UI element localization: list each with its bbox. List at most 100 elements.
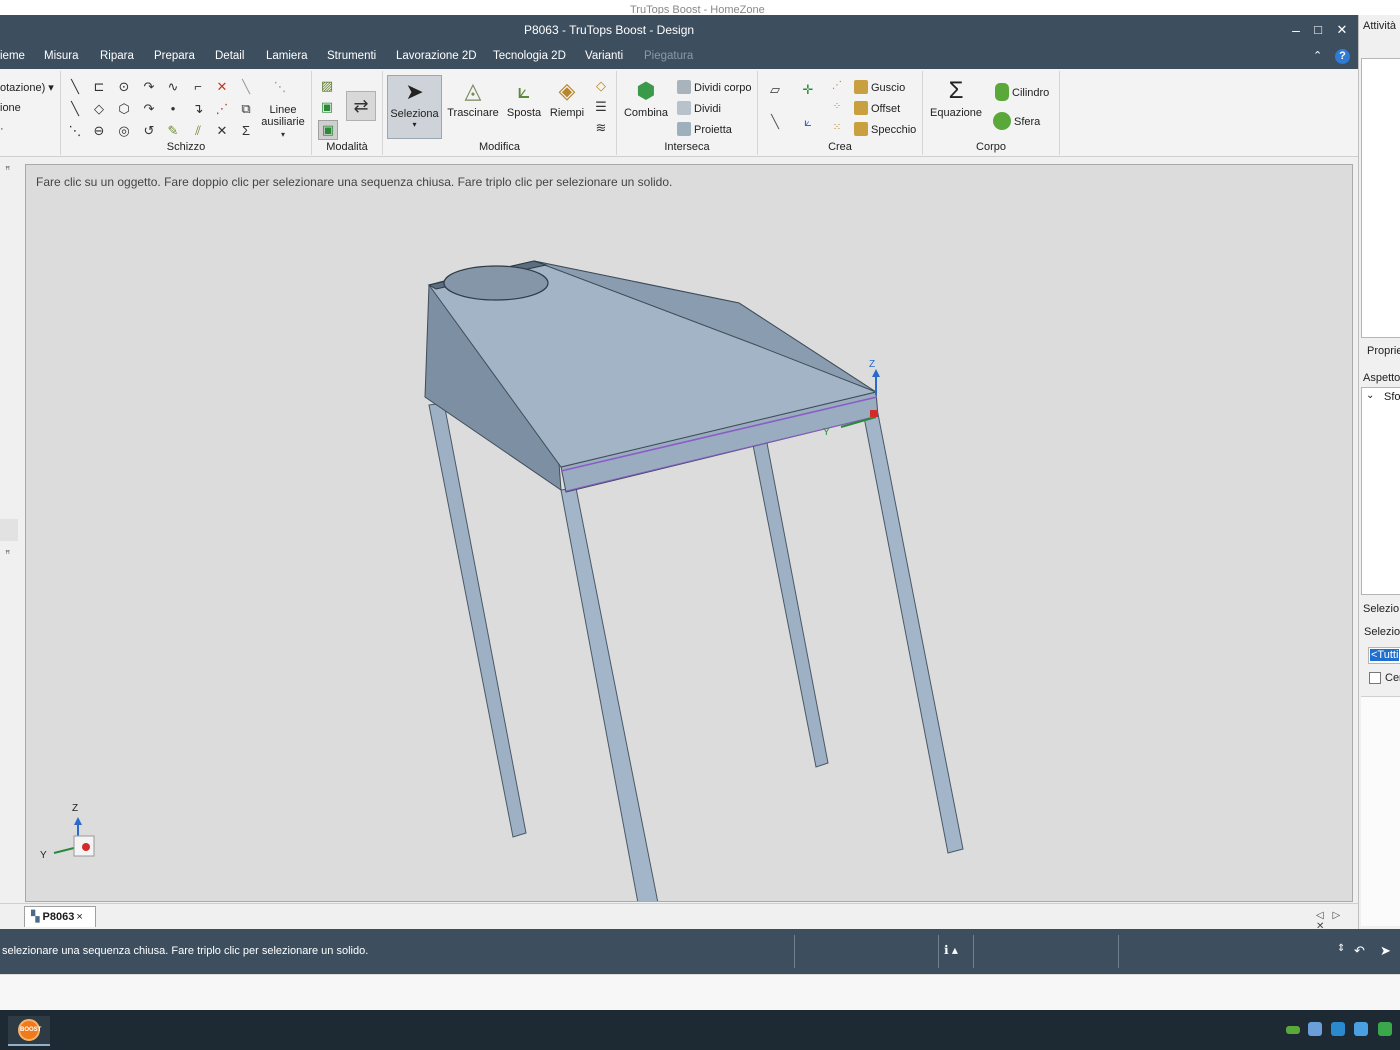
rotation-dropdown[interactable]: otazione) ▾	[0, 81, 54, 94]
auxiliary-lines-button[interactable]: Linee ausiliarie	[260, 104, 306, 128]
combine-button[interactable]: ⬢ Combina	[623, 77, 669, 119]
pin-icon[interactable]: ꟸ	[5, 549, 10, 560]
section-mode-icon[interactable]: ▣	[320, 100, 334, 114]
properties-tab[interactable]: Proprie	[1367, 345, 1400, 357]
polygon-icon[interactable]: ⬡	[117, 102, 131, 116]
undo-select-icon[interactable]: ↶	[1354, 943, 1365, 959]
circle-icon[interactable]: ⊙	[117, 80, 131, 94]
split-curve-icon[interactable]: ✕	[215, 124, 229, 138]
checkbox[interactable]	[1369, 672, 1381, 684]
info-icon[interactable]: ℹ ▴	[944, 943, 958, 957]
model-leg-back-right[interactable]	[752, 442, 829, 768]
replace-icon[interactable]: ≋	[594, 121, 608, 135]
menu-item-lavorazione-2d[interactable]: Lavorazione 2D	[396, 50, 477, 62]
close-button[interactable]: ✕	[1332, 21, 1352, 39]
fill-button[interactable]: ◈ Riempi	[546, 77, 588, 119]
security-tray-icon[interactable]	[1378, 1022, 1392, 1036]
chevron-down-icon[interactable]: ⌄	[1366, 390, 1374, 401]
app-taskbar-button[interactable]: BOOST	[8, 1016, 50, 1046]
auxiliary-lines-icon[interactable]: ⋱	[273, 80, 287, 94]
document-tab[interactable]: ▚ P8063 ×	[24, 906, 96, 927]
tool-tray-icon[interactable]	[1354, 1022, 1368, 1036]
concentric-circle-icon[interactable]: ◎	[117, 124, 131, 138]
cylinder-button[interactable]: Cilindro	[995, 83, 1049, 101]
menu-item-sistema[interactable]: ieme	[0, 50, 25, 62]
blend-icon[interactable]: ◇	[594, 79, 608, 93]
mirror-button[interactable]: Specchio	[854, 122, 916, 136]
sphere-button[interactable]: Sfera	[993, 112, 1040, 130]
chevron-down-icon[interactable]: ▾	[276, 128, 290, 142]
select-button[interactable]: ➤ Seleziona ▾	[387, 75, 442, 139]
bend-icon[interactable]: ↴	[191, 102, 205, 116]
point-icon[interactable]: •	[166, 102, 180, 116]
sweep-arc-icon[interactable]: ↺	[142, 124, 156, 138]
menu-item-ripara[interactable]: Ripara	[100, 50, 134, 62]
shell-button[interactable]: Guscio	[854, 80, 905, 94]
project-icon[interactable]: ⧉	[239, 102, 253, 116]
split-button[interactable]: Dividi	[677, 101, 721, 115]
point-origin-icon[interactable]: ✛	[801, 83, 815, 97]
menu-item-strumenti[interactable]: Strumenti	[327, 50, 376, 62]
design-viewport[interactable]: Z Y Z Y Fare clic su un oggetto. Fare do…	[25, 164, 1353, 902]
selection-dropdown[interactable]: <Tutti	[1368, 647, 1400, 664]
title-bar[interactable]: P8063 - TruTops Boost - Design – □ ✕	[0, 15, 1358, 45]
corner-icon[interactable]: ⌐	[191, 80, 205, 94]
tangent-line-icon[interactable]: ╲	[68, 102, 82, 116]
origin-icon[interactable]: ⟀	[801, 115, 815, 129]
help-icon[interactable]: ?	[1335, 49, 1350, 64]
spin-icon[interactable]: ⇕	[1337, 943, 1345, 954]
split-body-button[interactable]: Dividi corpo	[677, 80, 751, 94]
menu-item-varianti[interactable]: Varianti	[585, 50, 623, 62]
construction-line-icon[interactable]: ╲	[239, 80, 253, 94]
left-panel-selected-row[interactable]	[0, 519, 18, 541]
sketch-mode-icon[interactable]: ▨	[320, 79, 334, 93]
axis-icon[interactable]: ╲	[768, 115, 782, 129]
update-tray-icon[interactable]	[1331, 1022, 1345, 1036]
close-tab-icon[interactable]: ×	[76, 911, 82, 923]
3d-mode-icon[interactable]: ▣	[318, 120, 338, 140]
line-icon[interactable]: ╲	[68, 80, 82, 94]
equation-button[interactable]: Σ Equazione	[927, 77, 985, 119]
menu-item-piegatura[interactable]: Piegatura	[644, 50, 693, 62]
dashed-line-icon[interactable]: ⋱	[68, 124, 82, 138]
spline-icon[interactable]: ∿	[166, 80, 180, 94]
three-point-arc-icon[interactable]: ↷	[142, 102, 156, 116]
pointer-icon[interactable]: ➤	[1380, 943, 1391, 959]
pull-button[interactable]: ◬ Trascinare	[446, 77, 500, 119]
pin-icon[interactable]: ꟸ	[5, 165, 10, 176]
model-leg-front-left[interactable]	[560, 487, 659, 902]
project-button[interactable]: Proietta	[677, 122, 732, 136]
minimize-button[interactable]: –	[1286, 21, 1306, 39]
pencil-icon[interactable]: ✎	[166, 124, 180, 138]
maximize-button[interactable]: □	[1308, 21, 1328, 39]
menu-item-misura[interactable]: Misura	[44, 50, 79, 62]
layers-icon[interactable]: ☰	[594, 100, 608, 114]
menu-item-detail[interactable]: Detail	[215, 50, 244, 62]
menu-item-prepara[interactable]: Prepara	[154, 50, 195, 62]
arc-icon[interactable]: ↷	[142, 80, 156, 94]
menu-item-lamiera[interactable]: Lamiera	[266, 50, 308, 62]
sum-icon[interactable]: Σ	[239, 124, 253, 138]
nvidia-tray-icon[interactable]	[1286, 1026, 1300, 1034]
fill-sketch-icon[interactable]: ⫽	[191, 124, 205, 138]
partial-option-2[interactable]: ·	[0, 123, 4, 135]
collapse-ribbon-icon[interactable]: ⌃	[1313, 49, 1322, 62]
ellipse-icon[interactable]: ⊖	[92, 124, 106, 138]
model-leg-front-right[interactable]	[863, 413, 964, 854]
model-top-hole[interactable]	[443, 265, 549, 301]
switch-mode-icon[interactable]: ⇄	[346, 91, 376, 121]
rectangle-icon[interactable]: ⊏	[92, 80, 106, 94]
offset-button[interactable]: Offset	[854, 101, 900, 115]
model-leg-back-left[interactable]	[428, 402, 527, 838]
3d-model-scene[interactable]: Z Y Z Y	[26, 165, 1353, 902]
offset-curve-icon[interactable]: ⋰	[215, 102, 229, 116]
linear-pattern-icon[interactable]: ⋰	[830, 79, 844, 93]
three-point-rectangle-icon[interactable]: ◇	[92, 102, 106, 116]
move-button[interactable]: ⟀ Sposta	[505, 77, 543, 119]
partial-option[interactable]: ione	[0, 102, 21, 114]
plane-icon[interactable]: ▱	[768, 83, 782, 97]
circular-pattern-icon[interactable]: ⁘	[830, 100, 844, 114]
menu-item-tecnologia-2d[interactable]: Tecnologia 2D	[493, 50, 566, 62]
trim-icon[interactable]: ✕	[215, 80, 229, 94]
grid-pattern-icon[interactable]: ⁙	[830, 121, 844, 135]
